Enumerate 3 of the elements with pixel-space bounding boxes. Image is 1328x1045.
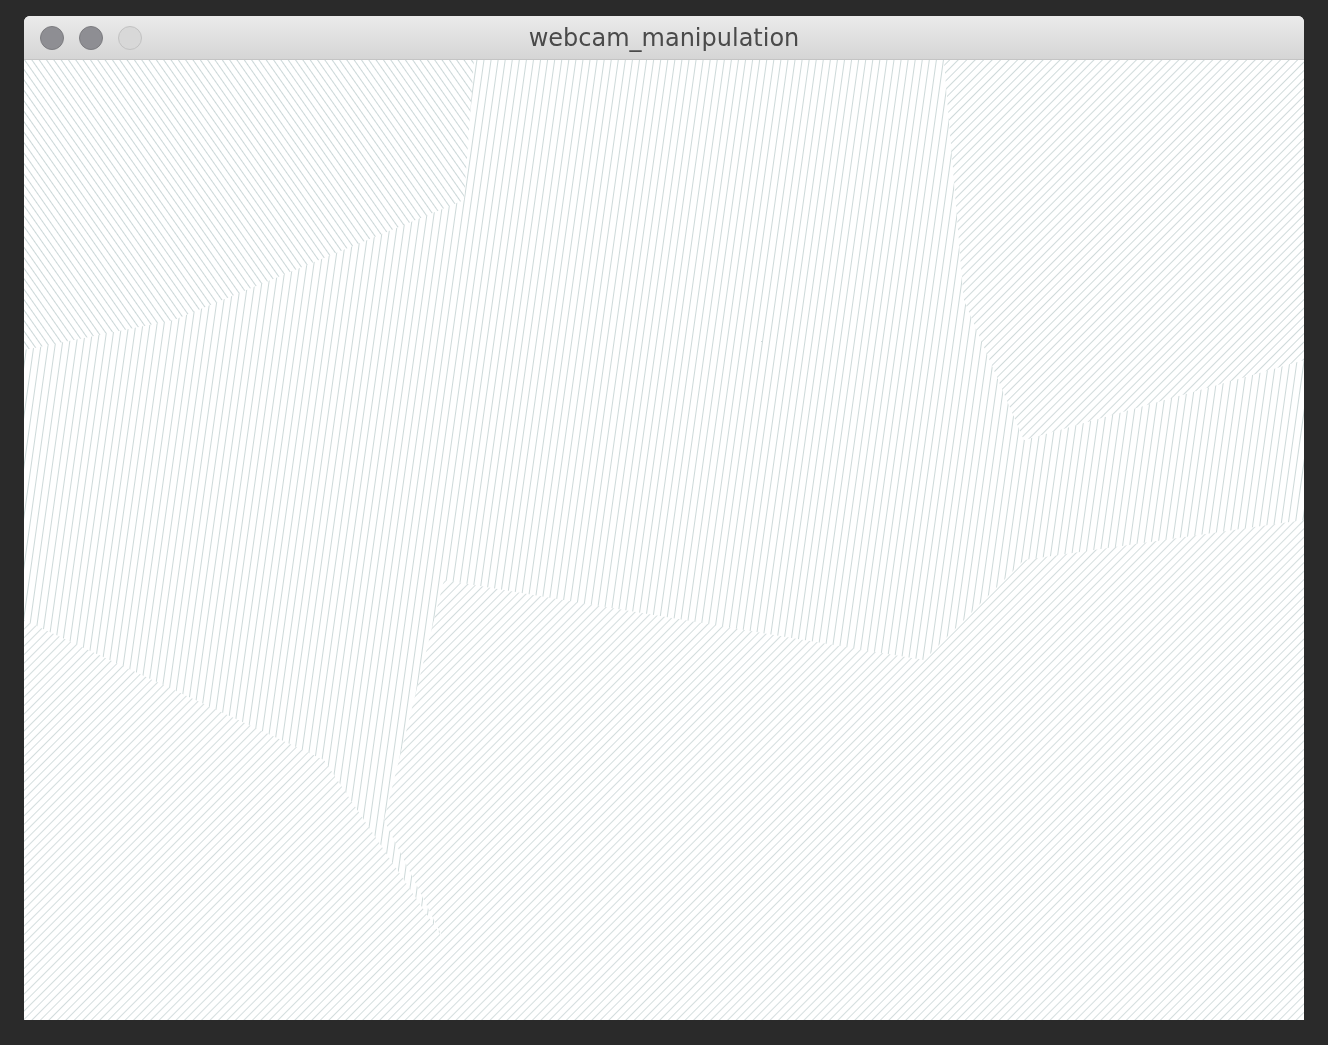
close-icon[interactable] [40,25,64,50]
minimize-icon[interactable] [79,25,103,50]
window-title: webcam_manipulation [528,23,800,52]
